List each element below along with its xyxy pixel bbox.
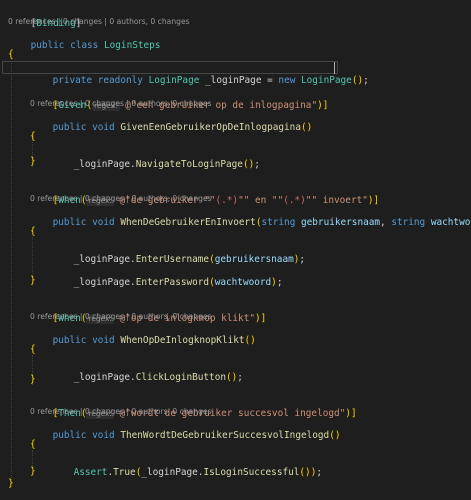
text-cursor — [334, 62, 335, 74]
argument: wachtwoord — [214, 277, 272, 288]
code-line[interactable]: [Given(regex: @"een gebruiker op de inlo… — [30, 86, 328, 111]
code-editor[interactable]: [Binding] 0 references | 0 changes | 0 a… — [0, 0, 471, 500]
keyword: new — [278, 75, 296, 86]
keyword: public — [52, 430, 87, 441]
method-call: ClickLoginButton — [135, 372, 226, 383]
keyword: void — [92, 335, 115, 346]
code-line[interactable]: } — [30, 373, 36, 386]
class-name: LoginSteps — [104, 40, 161, 51]
code-line[interactable]: } — [30, 274, 36, 287]
keyword: string — [261, 217, 296, 228]
keyword: public — [52, 335, 87, 346]
code-line[interactable]: { — [30, 225, 36, 238]
keyword: private — [52, 75, 93, 86]
field-name: _loginPage — [73, 277, 131, 288]
keyword: void — [92, 122, 115, 133]
type-name: LoginPage — [148, 75, 200, 86]
code-line[interactable]: public void WhenOpDeInlogknopKlikt() — [30, 321, 256, 346]
type-name: Assert — [73, 467, 108, 478]
keyword: public — [30, 40, 65, 51]
keyword: public — [52, 217, 87, 228]
code-line[interactable]: } — [30, 155, 36, 168]
method-call: IsLoginSuccessful — [203, 467, 300, 478]
method-call: EnterPassword — [135, 277, 210, 288]
field-name: _loginPage — [73, 159, 131, 170]
keyword: public — [52, 122, 87, 133]
method-call: True — [113, 467, 136, 478]
code-line[interactable]: private readonly LoginPage _loginPage = … — [30, 61, 369, 86]
code-line[interactable]: _loginPage.ClickLoginButton(); — [51, 358, 243, 383]
code-line[interactable]: public void GivenEenGebruikerOpDeInlogpa… — [30, 108, 313, 133]
method-call: NavigateToLoginPage — [135, 159, 243, 170]
code-line[interactable]: } — [30, 465, 36, 478]
field-name: _loginPage — [205, 75, 262, 86]
code-line[interactable]: { — [30, 130, 36, 143]
parameter: wachtwoord — [430, 217, 471, 228]
field-name: _loginPage — [141, 467, 198, 478]
keyword: string — [391, 217, 426, 228]
indent-guide — [11, 58, 12, 482]
keyword: void — [92, 430, 115, 441]
method-name: GivenEenGebruikerOpDeInlogpagina — [120, 122, 301, 133]
parameter: gebruikersnaam — [301, 217, 381, 228]
code-line[interactable]: [When(regex: @"op de inlogknop klikt")] — [30, 299, 266, 324]
code-line[interactable]: public void ThenWordtDeGebruikerSuccesvo… — [30, 416, 341, 441]
code-line[interactable]: [Binding] — [8, 4, 82, 29]
type-name: LoginPage — [301, 75, 352, 86]
method-name: ThenWordtDeGebruikerSuccesvolIngelogd — [120, 430, 330, 441]
method-name: WhenOpDeInlogknopKlikt — [120, 335, 245, 346]
code-line[interactable]: { — [8, 48, 14, 61]
code-line[interactable]: [Then(regex: @"wordt de gebruiker succes… — [30, 394, 357, 419]
method-name: WhenDeGebruikerEnInvoert — [120, 217, 256, 228]
field-name: _loginPage — [73, 372, 131, 383]
code-line[interactable]: _loginPage.EnterUsername(gebruikersnaam)… — [51, 240, 305, 265]
code-line[interactable]: _loginPage.NavigateToLoginPage(); — [51, 145, 260, 170]
keyword: class — [70, 40, 99, 51]
code-line[interactable]: public void WhenDeGebruikerEnInvoert(str… — [30, 203, 471, 228]
code-line[interactable]: } — [8, 477, 14, 490]
code-line[interactable]: public class LoginSteps — [8, 26, 161, 51]
code-line[interactable]: Assert.True(_loginPage.IsLoginSuccessful… — [51, 453, 322, 478]
keyword: void — [92, 217, 115, 228]
code-line[interactable]: { — [30, 438, 36, 451]
code-line[interactable]: _loginPage.EnterPassword(wachtwoord); — [51, 263, 283, 288]
code-line[interactable]: [When(regex: @"de gebruiker ""(.*)"" en … — [30, 181, 379, 206]
code-line[interactable]: { — [30, 343, 36, 356]
keyword: readonly — [97, 75, 143, 86]
